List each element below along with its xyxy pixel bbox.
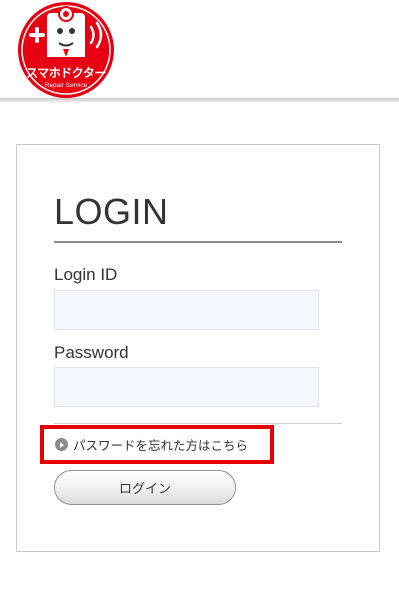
logo-text: スマホドクター — [26, 66, 106, 80]
forgot-password-link[interactable]: パスワードを忘れた方はこちら — [40, 425, 274, 464]
header-divider — [0, 98, 399, 102]
password-input[interactable] — [54, 367, 319, 407]
site-header: スマホドクター Repair Service — [0, 0, 399, 102]
forgot-password-text: パスワードを忘れた方はこちら — [73, 438, 249, 453]
login-panel: LOGIN Login ID Password パスワードを忘れた方はこちら ロ… — [16, 144, 380, 552]
play-circle-icon — [55, 438, 68, 451]
login-title: LOGIN — [54, 191, 169, 232]
login-id-input[interactable] — [54, 290, 319, 330]
login-button[interactable]: ログイン — [54, 470, 236, 505]
form-divider — [54, 423, 342, 424]
title-divider — [54, 241, 342, 243]
password-label: Password — [54, 343, 129, 362]
login-id-label: Login ID — [54, 265, 118, 284]
logo-subtext: Repair Service — [44, 82, 88, 89]
